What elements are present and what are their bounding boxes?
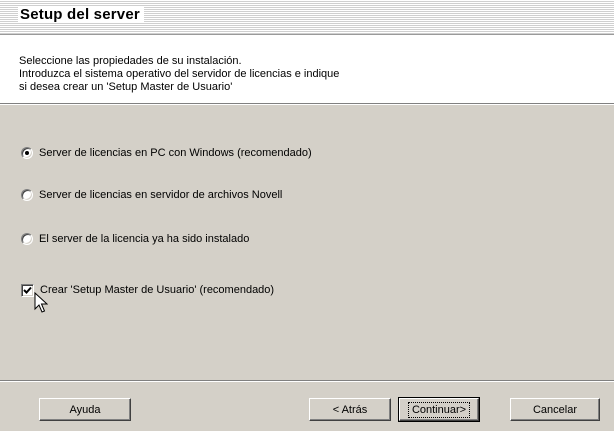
checkbox-label: Crear 'Setup Master de Usuario' (recomen… <box>40 284 275 296</box>
radio-button[interactable] <box>21 189 33 201</box>
check-mark-icon <box>23 286 32 294</box>
radio-button[interactable] <box>21 233 33 245</box>
description-line: Introduzca el sistema operativo del serv… <box>19 68 340 80</box>
back-button-label: < Atrás <box>332 403 368 416</box>
cancel-button[interactable]: Cancelar <box>510 398 600 421</box>
radio-option-label: El server de la licencia ya ha sido inst… <box>39 233 250 245</box>
create-setup-master-checkbox[interactable]: Crear 'Setup Master de Usuario' (recomen… <box>21 282 274 298</box>
radio-option-already-installed[interactable]: El server de la licencia ya ha sido inst… <box>21 231 249 247</box>
continue-button-label: Continuar> <box>407 401 471 418</box>
radio-button-selected[interactable] <box>21 147 33 159</box>
back-button[interactable]: < Atrás <box>309 398 391 421</box>
description-panel: Seleccione las propiedades de su instala… <box>0 34 614 104</box>
radio-option-label: Server de licencias en PC con Windows (r… <box>39 147 312 159</box>
radio-option-novell[interactable]: Server de licencias en servidor de archi… <box>21 187 282 203</box>
radio-option-label: Server de licencias en servidor de archi… <box>39 189 283 201</box>
checkbox-checked[interactable] <box>21 283 34 297</box>
continue-button[interactable]: Continuar> <box>398 397 480 422</box>
help-button[interactable]: Ayuda <box>39 398 131 421</box>
footer-divider <box>0 380 614 382</box>
description-line: Seleccione las propiedades de su instala… <box>19 55 242 67</box>
dialog-header: Setup del server <box>0 0 614 34</box>
help-button-label: Ayuda <box>69 403 101 416</box>
cancel-button-label: Cancelar <box>532 403 578 416</box>
page-title: Setup del server <box>18 6 144 23</box>
radio-option-windows[interactable]: Server de licencias en PC con Windows (r… <box>21 145 312 161</box>
description-line: si desea crear un 'Setup Master de Usuar… <box>19 81 233 93</box>
